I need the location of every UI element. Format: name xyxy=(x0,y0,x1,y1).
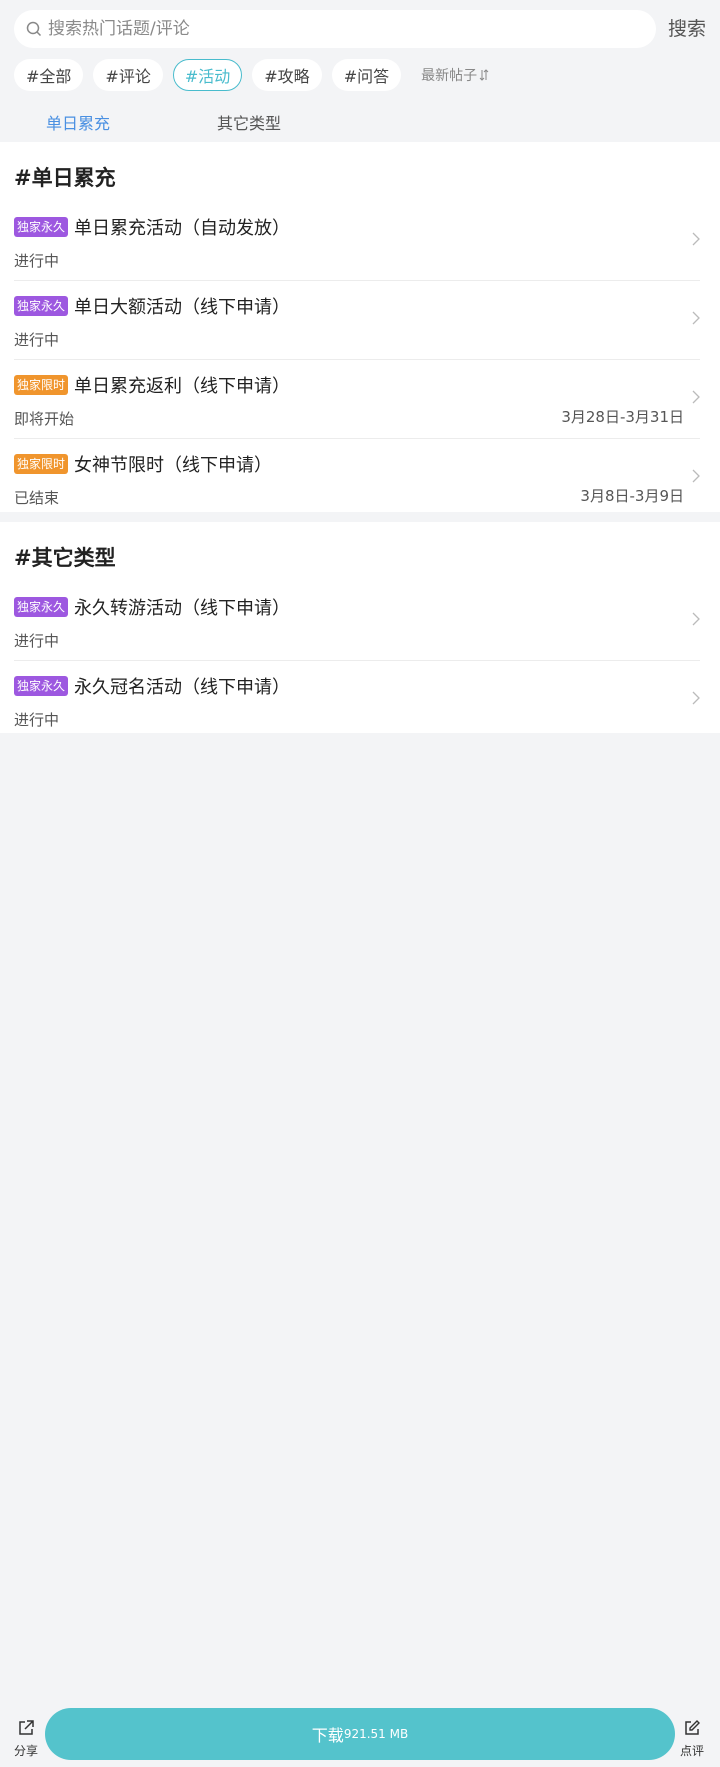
section-title: #其它类型 xyxy=(14,546,116,570)
item-date: 3月8日-3月9日 xyxy=(580,487,684,505)
section-title: #单日累充 xyxy=(14,166,116,190)
item-date: 3月28日-3月31日 xyxy=(561,408,684,426)
item-status: 进行中 xyxy=(14,632,60,650)
review-button[interactable]: 点评 xyxy=(672,1719,712,1759)
category-tabs: 单日累充 其它类型 xyxy=(0,104,720,140)
badge-permanent: 独家永久 xyxy=(14,597,69,617)
app-root: 搜索 #全部 #评论 #活动 #攻略 #问答 最新帖子 单日累充 其它类型 #单… xyxy=(0,0,720,1767)
download-label: 下载 xyxy=(311,1726,344,1745)
item-status: 进行中 xyxy=(14,711,60,729)
chip-comments[interactable]: #评论 xyxy=(93,59,163,91)
list-item[interactable]: 独家限时 女神节限时（线下申请） 已结束 3月8日-3月9日 xyxy=(14,439,700,518)
item-status: 已结束 xyxy=(14,489,60,507)
list-item[interactable]: 独家永久 单日大额活动（线下申请） 进行中 xyxy=(14,281,700,360)
review-label: 点评 xyxy=(679,1744,704,1758)
bottom-bar: 分享 下载 921.51 MB 点评 xyxy=(0,1707,720,1767)
chevron-right-icon xyxy=(692,232,700,246)
section-daily-recharge: #单日累充 独家永久 单日累充活动（自动发放） 进行中 独家永久 单日大额活动（… xyxy=(0,142,720,512)
share-button[interactable]: 分享 xyxy=(6,1719,46,1759)
chevron-right-icon xyxy=(692,691,700,705)
item-status: 即将开始 xyxy=(14,410,75,428)
chevron-right-icon xyxy=(692,612,700,626)
badge-permanent: 独家永久 xyxy=(14,296,69,316)
download-size: 921.51 MB xyxy=(343,1727,409,1741)
item-title: 永久转游活动（线下申请） xyxy=(74,598,291,619)
chevron-right-icon xyxy=(692,311,700,325)
item-title: 单日累充活动（自动发放） xyxy=(74,218,291,239)
chevron-right-icon xyxy=(692,390,700,404)
edit-icon xyxy=(685,1720,700,1735)
sort-label: 最新帖子 xyxy=(421,68,478,84)
sort-dropdown[interactable]: 最新帖子 xyxy=(421,65,489,85)
item-title: 单日大额活动（线下申请） xyxy=(74,297,291,318)
badge-limited: 独家限时 xyxy=(14,454,69,474)
share-icon xyxy=(19,1720,34,1735)
item-status: 进行中 xyxy=(14,331,60,349)
tab-daily-recharge[interactable]: 单日累充 xyxy=(46,110,110,134)
sort-icon xyxy=(479,69,489,81)
search-icon xyxy=(26,21,42,37)
item-status: 进行中 xyxy=(14,252,60,270)
chip-all[interactable]: #全部 xyxy=(14,59,84,91)
search-row: 搜索 xyxy=(0,0,720,58)
list-item[interactable]: 独家限时 单日累充返利（线下申请） 即将开始 3月28日-3月31日 xyxy=(14,360,700,439)
section-other-types: #其它类型 独家永久 永久转游活动（线下申请） 进行中 独家永久 永久冠名活动（… xyxy=(0,522,720,733)
chip-activities[interactable]: #活动 xyxy=(172,59,243,91)
filter-chips: #全部 #评论 #活动 #攻略 #问答 最新帖子 xyxy=(14,58,489,92)
tab-other-types[interactable]: 其它类型 xyxy=(217,110,281,134)
search-button[interactable]: 搜索 xyxy=(668,14,706,41)
list-item[interactable]: 独家永久 永久转游活动（线下申请） 进行中 xyxy=(14,582,700,661)
download-button[interactable]: 下载 921.51 MB xyxy=(45,1708,675,1760)
badge-limited: 独家限时 xyxy=(14,375,69,395)
badge-permanent: 独家永久 xyxy=(14,217,69,237)
chip-qa[interactable]: #问答 xyxy=(331,59,402,91)
list-item[interactable]: 独家永久 单日累充活动（自动发放） 进行中 xyxy=(14,202,700,281)
item-title: 女神节限时（线下申请） xyxy=(74,455,273,476)
chip-guides[interactable]: #攻略 xyxy=(252,59,322,91)
share-label: 分享 xyxy=(13,1744,38,1758)
item-title: 单日累充返利（线下申请） xyxy=(74,376,291,397)
chevron-right-icon xyxy=(692,469,700,483)
item-title: 永久冠名活动（线下申请） xyxy=(74,677,291,698)
list-item[interactable]: 独家永久 永久冠名活动（线下申请） 进行中 xyxy=(14,661,700,740)
search-box[interactable] xyxy=(14,10,656,48)
search-input[interactable] xyxy=(48,19,608,39)
badge-permanent: 独家永久 xyxy=(14,676,69,696)
